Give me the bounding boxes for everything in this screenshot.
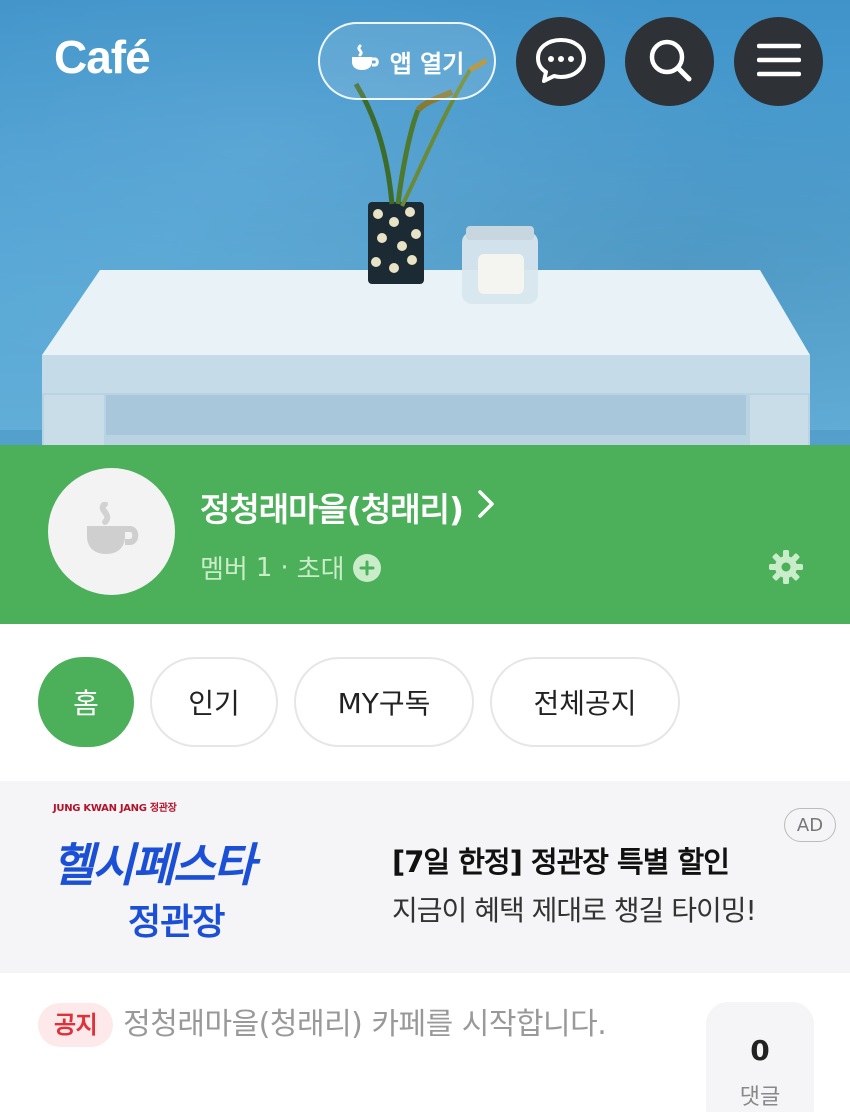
search-button[interactable]: [625, 17, 714, 106]
invite-plus-icon[interactable]: [352, 553, 381, 582]
ad-brand: JUNG KWAN JANG 정관장: [53, 803, 177, 814]
ad-title: [7일 한정] 정관장 특별 할인: [392, 845, 730, 879]
cafe-avatar[interactable]: [48, 468, 175, 595]
cafe-info-panel: 정청래마을(청래리) 멤버 1 · 초대: [0, 445, 850, 624]
chevron-right-icon: [477, 488, 495, 527]
tab-my-subscription[interactable]: MY구독: [294, 657, 474, 747]
comment-count-box[interactable]: 0 댓글: [706, 1002, 814, 1112]
menu-icon: [756, 42, 801, 82]
chat-bubble-icon: [533, 34, 589, 90]
cafe-logo[interactable]: Café: [54, 30, 151, 84]
cover-image: Café 앱 열기: [0, 0, 850, 445]
open-app-button[interactable]: 앱 열기: [318, 22, 496, 100]
ad-badge[interactable]: AD: [784, 808, 836, 842]
tab-popular[interactable]: 인기: [150, 657, 278, 747]
member-count: 1: [255, 552, 273, 583]
chat-button[interactable]: [516, 17, 605, 106]
settings-gear-icon[interactable]: [768, 549, 804, 589]
invite-label[interactable]: 초대: [297, 549, 345, 586]
menu-button[interactable]: [734, 17, 823, 106]
cafe-meta: 멤버 1 · 초대: [200, 549, 381, 586]
coffee-cup-icon: [350, 44, 380, 78]
ad-banner[interactable]: JUNG KWAN JANG 정관장 헬시페스타 정관장 [7일 한정] 정관장…: [0, 781, 850, 973]
open-app-label: 앱 열기: [389, 49, 465, 78]
cafe-name-link[interactable]: 정청래마을(청래리): [200, 483, 495, 531]
ad-subtitle: 지금이 혜택 제대로 챙길 타이밍!: [392, 894, 757, 927]
tab-bar: 홈 인기 MY구독 전체공지: [38, 657, 680, 747]
ad-logo-line1: 헬시페스타: [52, 838, 256, 892]
ad-logo-line2: 정관장: [128, 902, 225, 943]
member-label: 멤버: [200, 555, 248, 585]
comment-label: 댓글: [739, 1085, 781, 1110]
notice-tag: 공지: [38, 1003, 114, 1047]
tab-all-notices[interactable]: 전체공지: [490, 657, 680, 747]
separator-dot: ·: [280, 552, 289, 583]
notice-post[interactable]: 공지 정청래마을(청래리) 카페를 시작합니다.: [38, 1003, 678, 1047]
coffee-cup-icon: [83, 500, 141, 562]
post-title[interactable]: 정청래마을(청래리) 카페를 시작합니다.: [123, 1007, 607, 1042]
cafe-name: 정청래마을(청래리): [200, 490, 464, 529]
search-icon: [647, 37, 693, 87]
comment-count: 0: [750, 1034, 770, 1067]
tab-home[interactable]: 홈: [38, 657, 134, 747]
